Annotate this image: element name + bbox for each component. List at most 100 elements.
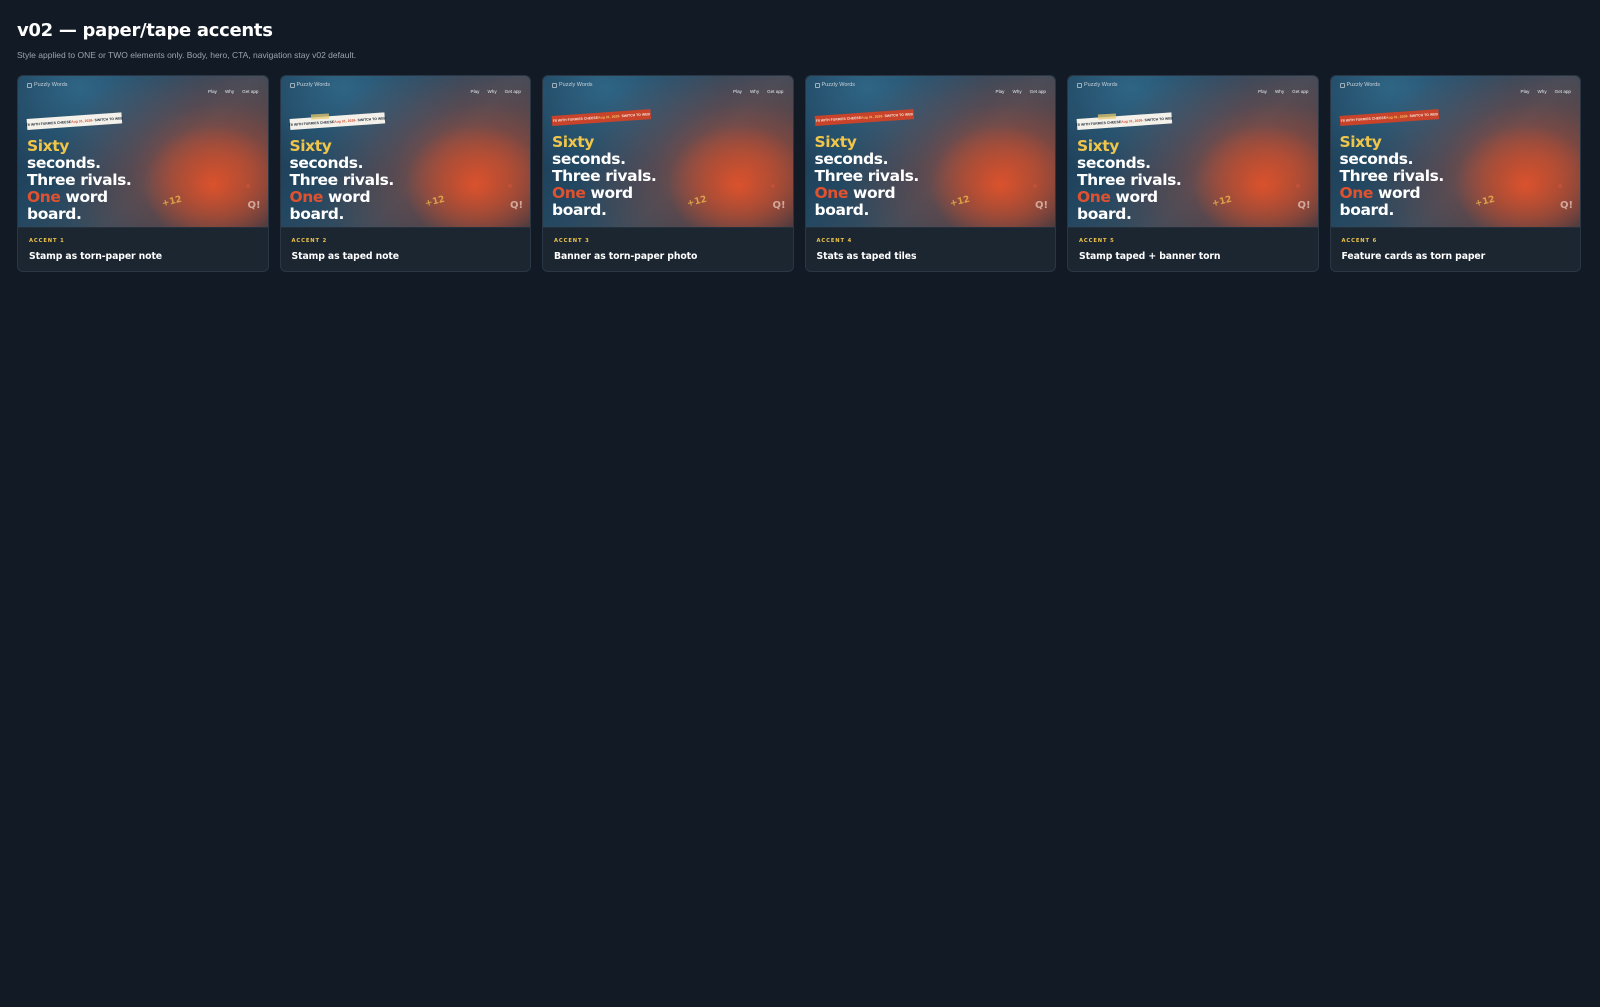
headline-line: board. xyxy=(289,205,345,223)
nav-why[interactable]: Why xyxy=(1275,89,1284,94)
headline-line: Three rivals. xyxy=(552,167,657,185)
stamp-date: Aug 31, 2026 xyxy=(333,117,356,124)
decor-dot xyxy=(245,184,250,188)
logo: Puzzly Words xyxy=(814,82,855,88)
preview-thumbnail: Puzzly Words Play Why Get app F8 WITH FU… xyxy=(18,76,268,228)
accent-card-5[interactable]: Puzzly Words Play Why Get app F8 WITH FU… xyxy=(1067,75,1319,272)
stamp-date: Aug 31, 2026 xyxy=(1120,117,1143,124)
stamp-text: F8 WITH FURRIES CHEESE xyxy=(25,119,72,127)
accent-label: ACCENT 2 xyxy=(291,238,328,244)
preview-thumbnail: Puzzly Words Play Why Get app F8 WITH FU… xyxy=(1330,76,1580,228)
accent-card-2[interactable]: Puzzly Words Play Why Get app F8 WITH FU… xyxy=(279,75,531,272)
nav-get-app[interactable]: Get app xyxy=(1555,89,1571,94)
card-title: Stats as taped tiles xyxy=(816,251,917,262)
accent-label: ACCENT 3 xyxy=(554,238,590,244)
headline-line: Sixty xyxy=(552,133,594,151)
card-meta: ACCENT 3 Banner as torn-paper photo xyxy=(543,228,793,263)
headline-accent: One xyxy=(814,184,849,202)
broken-image-icon xyxy=(27,82,32,88)
logo: Puzzly Words xyxy=(1339,82,1381,88)
nav-get-app[interactable]: Get app xyxy=(1030,89,1046,94)
nav-get-app[interactable]: Get app xyxy=(242,89,258,94)
accent-label: ACCENT 6 xyxy=(1341,238,1378,244)
hero-headline: Sixty seconds. Three rivals. One word bo… xyxy=(1339,134,1445,219)
decor-dot xyxy=(508,184,512,188)
stamp-banner: F8 WITH FURRIES CHEESE Aug 31, 2026 · SW… xyxy=(814,109,914,126)
stamp-banner: F8 WITH FURRIES CHEESE Aug 31, 2026 · SW… xyxy=(551,109,652,126)
accent-card-4[interactable]: Puzzly Words Play Why Get app F8 WITH FU… xyxy=(804,75,1056,272)
headline-line: board. xyxy=(1339,201,1395,219)
headline-line: seconds. xyxy=(1339,150,1414,168)
nav-get-app[interactable]: Get app xyxy=(1292,89,1308,94)
headline-line: Sixty xyxy=(289,137,332,155)
nav-why[interactable]: Why xyxy=(1537,89,1546,94)
headline-accent: One xyxy=(27,188,61,206)
logo-alt-text: Puzzly Words xyxy=(296,82,331,88)
broken-image-icon xyxy=(289,82,295,88)
nav-play[interactable]: Play xyxy=(1258,89,1267,94)
stamp-banner: F8 WITH FURRIES CHEESE Aug 31, 2026 · SW… xyxy=(1339,109,1439,126)
headline-line: Three rivals. xyxy=(1077,171,1182,189)
preview-nav: Play Why Get app xyxy=(996,89,1046,94)
nav-play[interactable]: Play xyxy=(733,89,742,94)
accent-label: ACCENT 5 xyxy=(1079,238,1115,244)
card-meta: ACCENT 2 Stamp as taped note xyxy=(281,228,531,263)
headline-line: Three rivals. xyxy=(814,167,920,185)
headline-line: Sixty xyxy=(814,133,857,151)
nav-why[interactable]: Why xyxy=(750,89,759,94)
brand-mark: Q! xyxy=(1559,200,1573,211)
card-meta: ACCENT 6 Feature cards as torn paper xyxy=(1331,228,1581,263)
nav-play[interactable]: Play xyxy=(996,89,1005,94)
stamp-date: Aug 31, 2026 xyxy=(70,117,93,124)
accent-card-6[interactable]: Puzzly Words Play Why Get app F8 WITH FU… xyxy=(1329,75,1581,272)
accent-label: ACCENT 4 xyxy=(816,238,853,244)
broken-image-icon xyxy=(552,82,557,88)
nav-get-app[interactable]: Get app xyxy=(505,89,521,94)
stamp-note: F8 WITH FURRIES CHEESE Aug 31, 2026 · SW… xyxy=(1075,112,1173,130)
broken-image-icon xyxy=(814,82,820,88)
nav-why[interactable]: Why xyxy=(225,89,234,94)
accent-grid: Puzzly Words Play Why Get app F8 WITH FU… xyxy=(17,75,1583,272)
card-title: Stamp as torn-paper note xyxy=(29,251,162,262)
nav-play[interactable]: Play xyxy=(471,89,480,94)
stamp-text-end: · SWITCH TO WEB xyxy=(619,112,651,119)
nav-why[interactable]: Why xyxy=(487,89,496,94)
stamp-note: F8 WITH FURRIES CHEESE Aug 31, 2026 · SW… xyxy=(288,112,386,130)
stamp-date: Aug 31, 2026 xyxy=(1385,114,1408,120)
stamp-text: F8 WITH FURRIES CHEESE xyxy=(815,115,861,123)
decor-dot xyxy=(1033,184,1037,188)
decor-dot xyxy=(1558,184,1562,188)
score-badge: +12 xyxy=(686,194,708,210)
logo-alt-text: Puzzly Words xyxy=(34,82,68,88)
brand-mark: Q! xyxy=(1034,200,1048,211)
preview-thumbnail: Puzzly Words Play Why Get app F8 WITH FU… xyxy=(805,76,1055,228)
nav-play[interactable]: Play xyxy=(208,89,217,94)
nav-why[interactable]: Why xyxy=(1012,89,1021,94)
logo: Puzzly Words xyxy=(27,82,68,88)
headline-accent: One xyxy=(289,188,324,206)
headline-line: word xyxy=(323,188,371,206)
stamp-text-end: · SWITCH TO WEB xyxy=(881,112,913,119)
headline-line: board. xyxy=(1077,205,1132,223)
logo: Puzzly Words xyxy=(1077,82,1118,88)
nav-get-app[interactable]: Get app xyxy=(767,89,783,94)
headline-line: word xyxy=(1110,188,1159,206)
stamp-text: F8 WITH FURRIES CHEESE xyxy=(1075,119,1122,127)
headline-line: word xyxy=(585,184,634,202)
logo-alt-text: Puzzly Words xyxy=(559,82,593,88)
preview-nav: Play Why Get app xyxy=(733,89,783,94)
headline-line: word xyxy=(1373,184,1421,202)
page-title: v02 — paper/tape accents xyxy=(17,20,273,41)
accent-card-1[interactable]: Puzzly Words Play Why Get app F8 WITH FU… xyxy=(17,75,269,272)
headline-line: seconds. xyxy=(289,154,364,172)
score-badge: +12 xyxy=(161,194,183,210)
accent-card-3[interactable]: Puzzly Words Play Why Get app F8 WITH FU… xyxy=(542,75,794,272)
brand-mark: Q! xyxy=(247,200,261,211)
headline-line: seconds. xyxy=(814,150,889,168)
score-badge: +12 xyxy=(1211,194,1233,210)
stamp-text-end: · SWITCH TO WEB xyxy=(354,115,386,122)
nav-play[interactable]: Play xyxy=(1521,89,1530,94)
preview-nav: Play Why Get app xyxy=(208,89,258,94)
logo-alt-text: Puzzly Words xyxy=(1346,82,1381,88)
headline-line: Three rivals. xyxy=(1339,167,1445,185)
